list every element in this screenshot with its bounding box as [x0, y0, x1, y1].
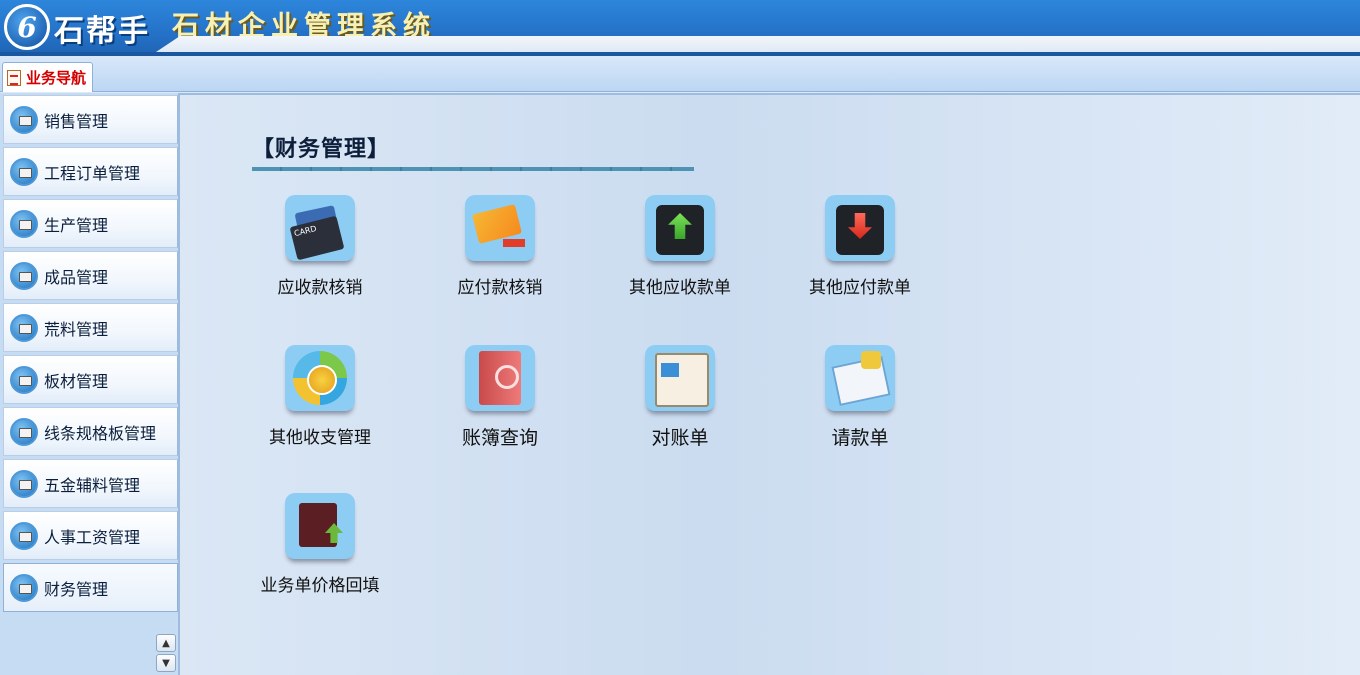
receivable-card-icon: [285, 195, 355, 261]
tile-receivable-writeoff[interactable]: 应收款核销: [250, 195, 390, 298]
statement-icon: [645, 345, 715, 411]
tile-label: 应收款核销: [277, 278, 363, 298]
sidebar-item-hr-salary[interactable]: 人事工资管理: [3, 511, 178, 560]
tile-label: 应付款核销: [457, 278, 543, 298]
ledger-book-icon: [465, 345, 535, 411]
hardware-icon: [10, 469, 38, 498]
scroll-up-button[interactable]: ▲: [156, 634, 176, 652]
document-edit-icon: [7, 69, 21, 86]
sidebar-item-label: 工程订单管理: [44, 163, 141, 183]
hr-salary-icon: [10, 521, 38, 550]
tile-price-backfill[interactable]: 业务单价格回填: [250, 493, 390, 596]
sidebar-item-label: 线条规格板管理: [44, 423, 157, 443]
main-panel: 【财务管理】 应收款核销 应付款核销 其他应收款单 其他应付款单 其他收支管理 …: [178, 93, 1360, 675]
sidebar-item-slabs[interactable]: 板材管理: [3, 355, 178, 404]
income-expense-icon: [285, 345, 355, 411]
tile-label: 其他应付款单: [809, 278, 911, 298]
project-order-icon: [10, 157, 38, 186]
payment-request-icon: [825, 345, 895, 411]
slab-icon: [10, 365, 38, 394]
sidebar-item-label: 板材管理: [44, 371, 109, 391]
sidebar-item-production[interactable]: 生产管理: [3, 199, 178, 248]
sidebar-item-raw-blocks[interactable]: 荒料管理: [3, 303, 178, 352]
sidebar-item-label: 生产管理: [44, 215, 109, 235]
tile-other-receivable[interactable]: 其他应收款单: [610, 195, 750, 298]
tile-label: 其他应收款单: [629, 278, 731, 298]
sidebar-item-finance[interactable]: 财务管理: [3, 563, 178, 612]
sidebar-item-label: 五金辅料管理: [44, 475, 141, 495]
tile-label: 对账单: [651, 427, 709, 449]
sidebar-item-sales[interactable]: 销售管理: [3, 95, 178, 144]
sidebar-item-project-orders[interactable]: 工程订单管理: [3, 147, 178, 196]
tile-other-payable[interactable]: 其他应付款单: [790, 195, 930, 298]
tile-payment-request[interactable]: 请款单: [790, 345, 930, 450]
strip-board-icon: [10, 417, 38, 446]
tab-bar: 业务导航: [0, 56, 1360, 92]
raw-block-icon: [10, 313, 38, 342]
sidebar-item-strip-boards[interactable]: 线条规格板管理: [3, 407, 178, 456]
atm-pay-icon: [825, 195, 895, 261]
tile-label: 请款单: [831, 427, 889, 449]
tile-payable-writeoff[interactable]: 应付款核销: [430, 195, 570, 298]
sidebar: 销售管理 工程订单管理 生产管理 成品管理 荒料管理 板材管理 线条规格板管理 …: [0, 93, 178, 675]
sidebar-item-label: 荒料管理: [44, 319, 109, 339]
finished-goods-icon: [10, 261, 38, 290]
sidebar-item-label: 人事工资管理: [44, 527, 141, 547]
section-underline: [252, 167, 694, 171]
tile-label: 业务单价格回填: [260, 576, 380, 596]
scroll-down-button[interactable]: ▼: [156, 654, 176, 672]
tile-label: 账簿查询: [461, 427, 538, 449]
sales-icon: [10, 105, 38, 134]
section-title: 【财务管理】: [252, 136, 391, 162]
tab-label: 业务导航: [26, 69, 87, 87]
atm-receive-icon: [645, 195, 715, 261]
price-backfill-icon: [285, 493, 355, 559]
app-header: 6 石帮手 石材企业管理系统: [0, 0, 1360, 56]
sidebar-item-finished-goods[interactable]: 成品管理: [3, 251, 178, 300]
sidebar-item-label: 财务管理: [44, 579, 109, 599]
tile-other-income-expense[interactable]: 其他收支管理: [250, 345, 390, 448]
sidebar-item-label: 销售管理: [44, 111, 109, 131]
brand-name: 石帮手: [54, 14, 150, 49]
production-icon: [10, 209, 38, 238]
tile-ledger-query[interactable]: 账簿查询: [430, 345, 570, 450]
sidebar-item-label: 成品管理: [44, 267, 109, 287]
sidebar-item-hardware[interactable]: 五金辅料管理: [3, 459, 178, 508]
tile-statement[interactable]: 对账单: [610, 345, 750, 450]
tile-label: 其他收支管理: [269, 428, 371, 448]
tab-business-navigation[interactable]: 业务导航: [2, 62, 94, 92]
payable-card-icon: [465, 195, 535, 261]
finance-icon: [10, 573, 38, 602]
logo-icon: 6: [4, 4, 50, 50]
